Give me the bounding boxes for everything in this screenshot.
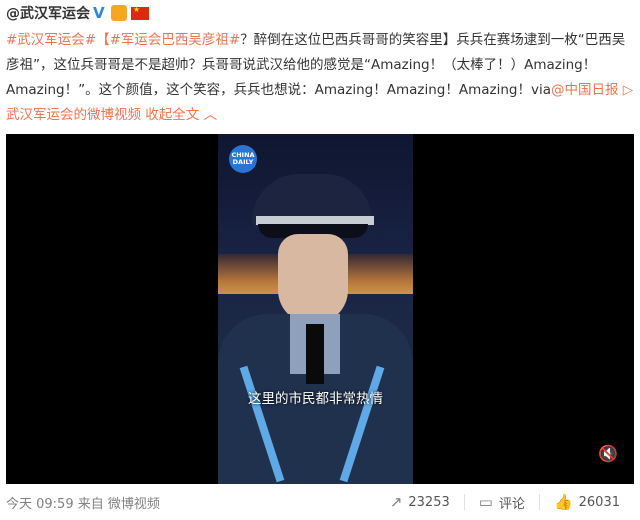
chevron-up-icon: ︿	[203, 107, 218, 123]
post-body: #武汉军运会#【#军运会巴西吴彦祖#？醉倒在这位巴西兵哥哥的笑容里】兵兵在赛场逮…	[6, 28, 634, 128]
hashtag-link[interactable]: 【#军运会巴西吴彦祖#	[96, 32, 240, 48]
mention-link[interactable]: @中国日报	[551, 82, 619, 98]
like-button[interactable]: 👍 26031	[540, 493, 634, 511]
comment-label: 评论	[498, 496, 525, 512]
repost-count: 23253	[408, 494, 450, 510]
china-flag-icon	[131, 5, 149, 20]
hashtag-link[interactable]: #武汉军运会#	[6, 32, 96, 48]
thumbs-up-icon: 👍	[553, 493, 573, 511]
post-meta: 今天 09:59 来自 微博视频	[6, 496, 160, 512]
video-frame	[218, 134, 413, 484]
repost-button[interactable]: ↗ 23253	[376, 493, 464, 511]
video-link-icon: ▷	[622, 82, 634, 98]
comment-icon: ▭	[478, 493, 493, 511]
post-header: @武汉军运会 V	[6, 2, 149, 24]
like-count: 26031	[578, 494, 620, 510]
video-player[interactable]: CHINA DAILY 这里的市民都非常热情 🔇	[6, 134, 634, 484]
action-bar: ↗ 23253 ▭ 评论 👍 26031	[376, 486, 634, 518]
mute-icon[interactable]: 🔇	[598, 444, 618, 463]
user-badge-icon	[111, 5, 127, 21]
face	[278, 234, 348, 324]
repost-icon: ↗	[389, 493, 403, 511]
post-footer: 今天 09:59 来自 微博视频 ↗ 23253 ▭ 评论 👍 26031	[6, 486, 634, 518]
video-subtitle: 这里的市民都非常热情	[248, 391, 383, 407]
verified-icon: V	[93, 4, 105, 22]
author-name[interactable]: @武汉军运会	[6, 3, 90, 23]
video-link[interactable]: 武汉军运会的微博视频	[6, 107, 141, 123]
china-daily-logo: CHINA DAILY	[229, 145, 257, 173]
tie	[306, 324, 324, 384]
comment-button[interactable]: ▭ 评论	[465, 493, 539, 512]
collapse-button[interactable]: 收起全文 ︿	[145, 107, 217, 123]
